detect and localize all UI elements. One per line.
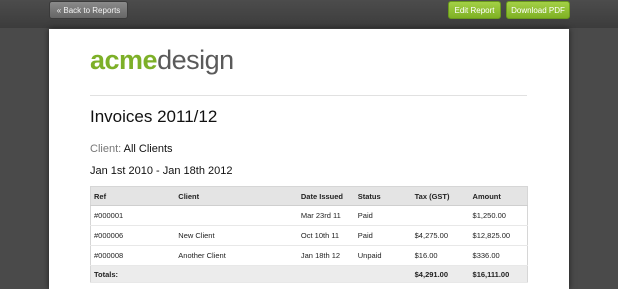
- invoice-status: Paid: [354, 225, 412, 246]
- totals-amount: $16,111.00: [469, 265, 528, 283]
- invoice-amount: $1,250.00: [469, 205, 528, 226]
- report-sheet: acmedesign Invoices 2011/12 Client: All …: [49, 29, 569, 289]
- invoice-date: Jan 18th 12: [297, 245, 355, 266]
- table-header-row: Ref Client Date Issued Status Tax (GST) …: [90, 186, 528, 206]
- invoice-tax: $16.00: [411, 245, 470, 266]
- column-header-date-issued: Date Issued: [297, 186, 355, 206]
- table-row[interactable]: #000006 New Client Oct 10th 11 Paid $4,2…: [90, 225, 528, 246]
- invoice-client: Another Client: [175, 245, 298, 266]
- table-row[interactable]: #000001 Mar 23rd 11 Paid $1,250.00: [90, 205, 528, 226]
- invoice-date: Oct 10th 11: [297, 225, 355, 246]
- invoice-status: Paid: [354, 205, 412, 226]
- totals-tax: $4,291.00: [411, 265, 470, 283]
- column-header-amount: Amount: [469, 186, 528, 206]
- invoice-ref: #000001: [90, 205, 176, 226]
- invoice-client: [175, 205, 298, 226]
- invoice-date: Mar 23rd 11: [297, 205, 355, 226]
- edit-report-button[interactable]: Edit Report: [448, 1, 501, 19]
- back-to-reports-button[interactable]: « Back to Reports: [49, 1, 128, 19]
- column-header-client: Client: [175, 186, 298, 206]
- invoice-tax: $4,275.00: [411, 225, 470, 246]
- invoice-tax: [411, 205, 470, 226]
- client-value: All Clients: [123, 143, 173, 155]
- invoice-table: Ref Client Date Issued Status Tax (GST) …: [90, 186, 528, 283]
- header-divider: [90, 95, 527, 96]
- page-title: Invoices 2011/12: [90, 107, 218, 126]
- date-range: Jan 1st 2010 - Jan 18th 2012: [90, 165, 233, 177]
- client-label: Client:: [90, 143, 122, 155]
- totals-row: Totals: $4,291.00 $16,111.00: [90, 265, 528, 283]
- logo-design: design: [157, 45, 234, 75]
- acme-design-logo: acmedesign: [90, 47, 234, 74]
- column-header-ref: Ref: [90, 186, 176, 206]
- invoice-client: New Client: [175, 225, 298, 246]
- invoice-ref: #000006: [90, 225, 176, 246]
- invoice-ref: #000008: [90, 245, 176, 266]
- download-pdf-button[interactable]: Download PDF: [506, 1, 570, 19]
- column-header-tax: Tax (GST): [411, 186, 470, 206]
- totals-spacer: [175, 265, 298, 283]
- client-filter: Client: All Clients: [90, 144, 173, 155]
- invoice-status: Unpaid: [354, 245, 412, 266]
- totals-label: Totals:: [90, 265, 176, 283]
- invoice-amount: $12,825.00: [469, 225, 528, 246]
- column-header-status: Status: [354, 186, 412, 206]
- logo-acme: acme: [90, 45, 158, 75]
- totals-spacer: [297, 265, 355, 283]
- table-row[interactable]: #000008 Another Client Jan 18th 12 Unpai…: [90, 245, 528, 266]
- totals-spacer: [354, 265, 412, 283]
- invoice-amount: $336.00: [469, 245, 528, 266]
- top-toolbar: « Back to Reports Edit Report Download P…: [0, 0, 618, 28]
